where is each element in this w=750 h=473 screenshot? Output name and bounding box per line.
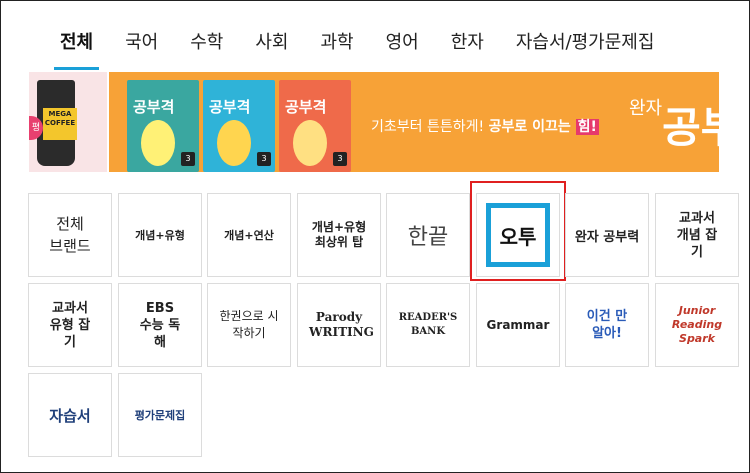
brand-label: 완자 공부력 bbox=[574, 229, 640, 245]
brand-label: Grammar bbox=[486, 318, 550, 332]
banner-brand: 완자공부 bbox=[629, 94, 719, 155]
tab-science[interactable]: 과학 bbox=[305, 18, 370, 70]
tab-social[interactable]: 사회 bbox=[239, 18, 304, 70]
book-grade: 3 bbox=[333, 152, 347, 166]
brand-reading-spark[interactable]: Junior Reading Spark bbox=[655, 283, 739, 367]
book-ad[interactable]: 공부격 3 공부격 3 공부격 3 기초부터 튼튼하게! 공부로 이끄는 힘! … bbox=[109, 72, 719, 172]
tab-english[interactable]: 영어 bbox=[370, 18, 435, 70]
brand-wanja-gongbu[interactable]: 완자 공부력 bbox=[565, 193, 649, 277]
brand-textbook-concept[interactable]: 교과서 개념 잡기 bbox=[655, 193, 739, 277]
brand-textbook-type[interactable]: 교과서 유형 잡기 bbox=[28, 283, 112, 367]
brand-concept-calc[interactable]: 개념+연산 bbox=[207, 193, 291, 277]
book-cover-2: 공부격 3 bbox=[203, 80, 275, 172]
brand-label: 교과서 유형 잡기 bbox=[49, 300, 91, 350]
coffee-label: MEGA COFFEE bbox=[43, 108, 77, 140]
tab-all[interactable]: 전체 bbox=[44, 18, 109, 70]
tab-self-study[interactable]: 자습서/평가문제집 bbox=[500, 18, 671, 70]
coffee-cup-image: MEGA COFFEE bbox=[37, 80, 77, 166]
brand-self-study[interactable]: 자습서 bbox=[28, 373, 112, 457]
book-art bbox=[217, 120, 251, 166]
subject-tabs: 전체 국어 수학 사회 과학 영어 한자 자습서/평가문제집 bbox=[44, 18, 670, 70]
brand-label: 평가문제집 bbox=[134, 409, 186, 422]
brand-label: 개념+유형 최상위 탑 bbox=[311, 220, 367, 249]
brand-label: 한권으로 시작하기 bbox=[219, 309, 279, 340]
book-cover-3: 공부격 3 bbox=[279, 80, 351, 172]
book-art bbox=[141, 120, 175, 166]
brand-label: 자습서 bbox=[49, 406, 91, 425]
book-title: 공부격 bbox=[285, 98, 327, 116]
brand-label: 교과서 개념 잡기 bbox=[676, 210, 718, 260]
brand-label: Junior Reading Spark bbox=[671, 304, 723, 345]
brand-large: 공부 bbox=[662, 103, 719, 152]
brand-label: 한끝 bbox=[407, 225, 449, 250]
brand-readers-bank[interactable]: READER'S BANK bbox=[386, 283, 470, 367]
promo-banner[interactable]: MEGA COFFEE 평 공부격 3 공부격 3 공부격 3 기초부터 튼튼하… bbox=[29, 72, 719, 172]
brand-label: 개념+유형 bbox=[135, 229, 185, 242]
book-cover-1: 공부격 3 bbox=[127, 80, 199, 172]
brand-ebs-suneung[interactable]: EBS 수능 독해 bbox=[118, 283, 202, 367]
brand-label: 전체 브랜드 bbox=[49, 215, 91, 255]
tab-math[interactable]: 수학 bbox=[174, 18, 239, 70]
book-grade: 3 bbox=[257, 152, 271, 166]
brand-top-tier[interactable]: 개념+유형 최상위 탑 bbox=[297, 193, 381, 277]
brand-label: Parody WRITING bbox=[309, 310, 374, 339]
brand-otu[interactable]: 오투 bbox=[476, 193, 560, 277]
coffee-ad[interactable]: MEGA COFFEE 평 bbox=[29, 72, 107, 172]
book-title: 공부격 bbox=[133, 98, 175, 116]
brand-hangwon-start[interactable]: 한권으로 시작하기 bbox=[207, 283, 291, 367]
book-title: 공부격 bbox=[209, 98, 251, 116]
brand-label: EBS 수능 독해 bbox=[139, 300, 181, 350]
tab-hanja[interactable]: 한자 bbox=[435, 18, 500, 70]
otu-logo-frame: 오투 bbox=[486, 203, 550, 267]
brand-hankkeut[interactable]: 한끝 bbox=[386, 193, 470, 277]
brand-parody-writing[interactable]: Parody WRITING bbox=[297, 283, 381, 367]
slogan-highlight: 힘! bbox=[575, 119, 599, 135]
brand-label: 이건 만 알아! bbox=[586, 309, 628, 341]
tab-korean[interactable]: 국어 bbox=[109, 18, 174, 70]
book-grade: 3 bbox=[181, 152, 195, 166]
brand-igeonman[interactable]: 이건 만 알아! bbox=[565, 283, 649, 367]
brand-label: READER'S BANK bbox=[398, 312, 458, 337]
book-art bbox=[293, 120, 327, 166]
banner-slogan: 기초부터 튼튼하게! 공부로 이끄는 힘! bbox=[371, 116, 599, 136]
slogan-bold: 공부로 이끄는 bbox=[488, 119, 576, 135]
brand-small: 완자 bbox=[629, 98, 663, 119]
slogan-text: 기초부터 튼튼하게! bbox=[371, 119, 489, 135]
brand-all[interactable]: 전체 브랜드 bbox=[28, 193, 112, 277]
brand-concept-type[interactable]: 개념+유형 bbox=[118, 193, 202, 277]
brand-assessment[interactable]: 평가문제집 bbox=[118, 373, 202, 457]
brand-label: 오투 bbox=[499, 224, 537, 249]
brand-label: 개념+연산 bbox=[224, 229, 274, 242]
brand-grammar[interactable]: Grammar bbox=[476, 283, 560, 367]
